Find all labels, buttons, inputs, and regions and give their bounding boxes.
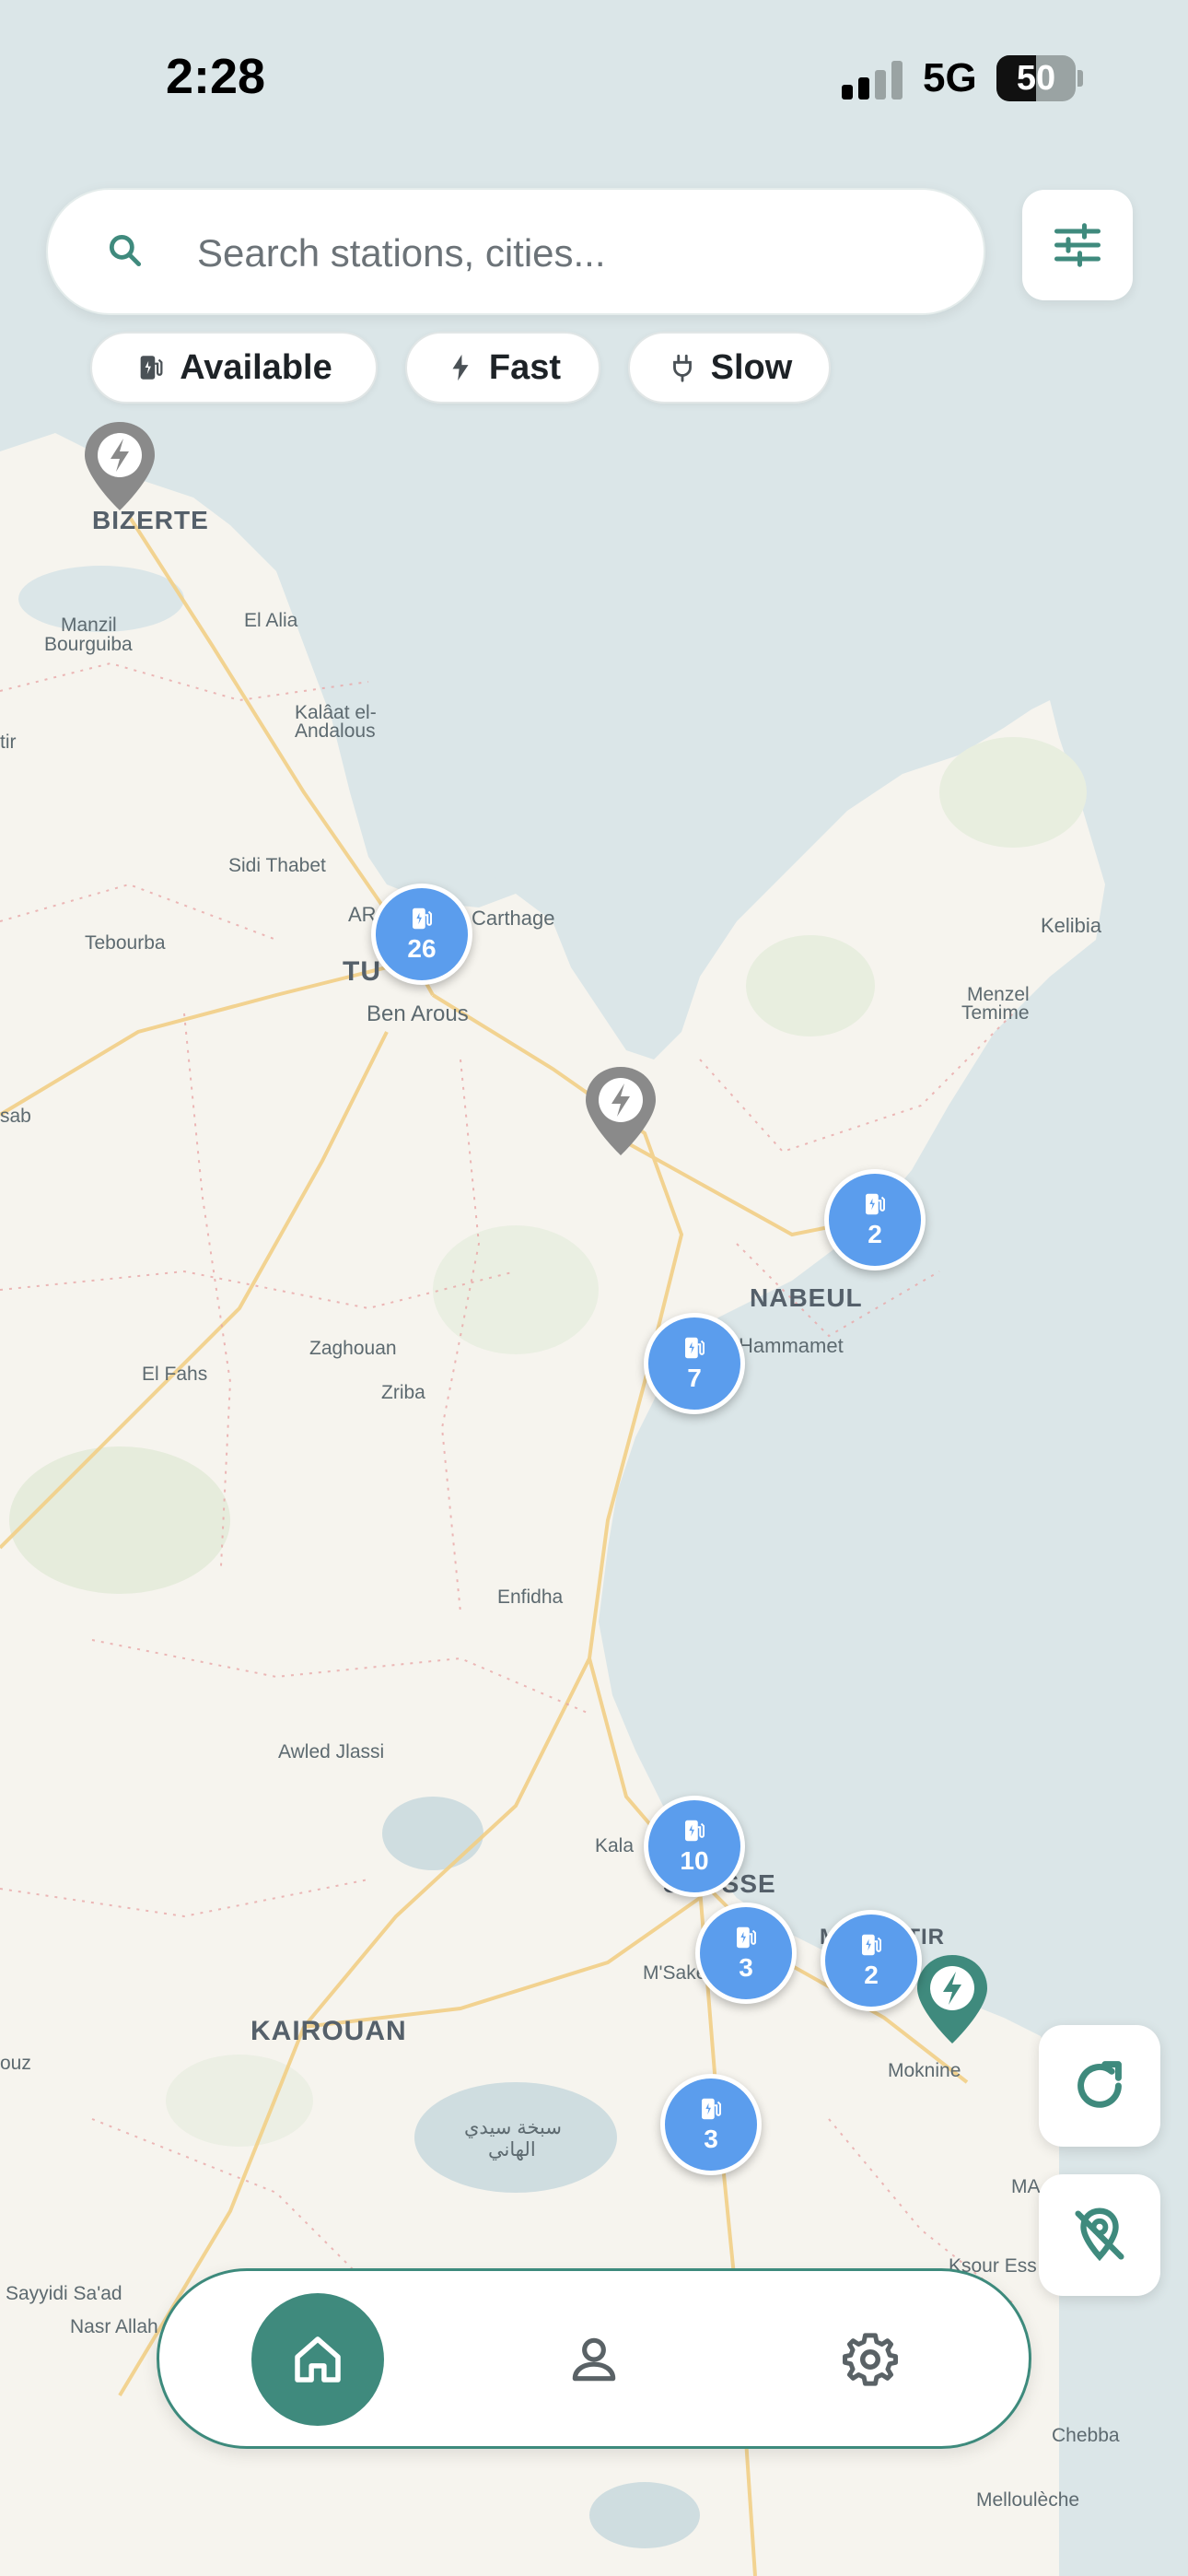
lightning-icon bbox=[452, 354, 469, 381]
battery-tip bbox=[1077, 70, 1083, 87]
station-pin-offline[interactable] bbox=[81, 418, 158, 514]
signal-icon bbox=[842, 61, 906, 100]
filter-settings-button[interactable] bbox=[1022, 190, 1133, 300]
svg-text:Ben Arous: Ben Arous bbox=[367, 1001, 469, 1026]
svg-text:سبخة سيدي: سبخة سيدي bbox=[464, 2117, 562, 2138]
refresh-button[interactable] bbox=[1039, 2025, 1160, 2147]
ev-station-icon bbox=[685, 1820, 705, 1842]
svg-text:Moknine: Moknine bbox=[888, 2060, 961, 2081]
svg-text:Temime: Temime bbox=[961, 1002, 1030, 1024]
station-cluster[interactable]: 26 bbox=[371, 884, 472, 985]
search-icon bbox=[109, 234, 142, 267]
svg-text:TU: TU bbox=[343, 956, 381, 987]
svg-text:Chebba: Chebba bbox=[1052, 2425, 1120, 2446]
svg-text:Zriba: Zriba bbox=[381, 1382, 425, 1403]
ev-station-icon bbox=[737, 1926, 756, 1949]
svg-text:Sayyidi Sa'ad: Sayyidi Sa'ad bbox=[6, 2283, 122, 2304]
nav-profile-button[interactable] bbox=[528, 2293, 660, 2426]
filter-chip-label: Available bbox=[180, 347, 332, 387]
station-cluster[interactable]: 3 bbox=[695, 1903, 797, 2004]
settings-icon bbox=[843, 2333, 898, 2386]
svg-text:Zaghouan: Zaghouan bbox=[309, 1338, 397, 1359]
svg-text:ouz: ouz bbox=[0, 2053, 31, 2074]
ev-station-icon bbox=[862, 1934, 881, 1956]
svg-text:Sidi Thabet: Sidi Thabet bbox=[228, 855, 326, 876]
ev-station-icon bbox=[866, 1193, 885, 1215]
status-bar: 2:28 5G 50 bbox=[0, 0, 1188, 166]
bottom-nav bbox=[157, 2268, 1031, 2449]
svg-text:Kelibia: Kelibia bbox=[1041, 914, 1102, 937]
ev-station-icon bbox=[685, 1337, 705, 1359]
refresh-icon bbox=[1077, 2061, 1122, 2108]
cluster-count: 2 bbox=[864, 1961, 879, 1989]
cluster-count: 2 bbox=[868, 1220, 882, 1248]
location-toggle-button[interactable] bbox=[1039, 2174, 1160, 2296]
ev-station-icon bbox=[140, 356, 163, 380]
svg-text:Bourguiba: Bourguiba bbox=[44, 634, 133, 655]
home-icon bbox=[295, 2336, 341, 2383]
nav-home-button[interactable] bbox=[251, 2293, 384, 2426]
battery-icon: 50 bbox=[996, 55, 1076, 101]
station-cluster[interactable]: 10 bbox=[644, 1796, 745, 1897]
svg-text:El Alia: El Alia bbox=[244, 610, 298, 631]
location-off-icon bbox=[1075, 2207, 1124, 2262]
filter-chip-label: Slow bbox=[710, 347, 793, 387]
svg-text:الهاني: الهاني bbox=[488, 2139, 536, 2161]
battery-level: 50 bbox=[1016, 59, 1056, 98]
svg-text:Awled Jlassi: Awled Jlassi bbox=[278, 1741, 384, 1762]
svg-text:El Fahs: El Fahs bbox=[142, 1364, 207, 1385]
station-cluster[interactable]: 2 bbox=[824, 1169, 926, 1270]
station-pin-offline[interactable] bbox=[582, 1063, 659, 1159]
svg-text:tir: tir bbox=[0, 732, 17, 753]
filter-chip-fast[interactable]: Fast bbox=[405, 332, 600, 404]
status-time: 2:28 bbox=[166, 49, 266, 104]
ev-station-icon bbox=[413, 907, 432, 930]
profile-icon bbox=[572, 2337, 616, 2382]
svg-text:Kala: Kala bbox=[595, 1835, 634, 1856]
station-cluster[interactable]: 3 bbox=[660, 2074, 762, 2175]
svg-text:KAIROUAN: KAIROUAN bbox=[250, 2016, 407, 2046]
filter-chip-available[interactable]: Available bbox=[90, 332, 378, 404]
filter-chip-label: Fast bbox=[488, 347, 562, 387]
svg-text:Tebourba: Tebourba bbox=[85, 932, 166, 954]
search-bar[interactable] bbox=[46, 188, 985, 315]
station-cluster[interactable]: 7 bbox=[644, 1313, 745, 1414]
search-input[interactable] bbox=[195, 217, 954, 289]
svg-text:Nasr Allah: Nasr Allah bbox=[70, 2316, 158, 2337]
cluster-count: 7 bbox=[687, 1364, 702, 1392]
svg-text:MA: MA bbox=[1011, 2176, 1041, 2197]
nav-settings-button[interactable] bbox=[804, 2293, 937, 2426]
cluster-count: 26 bbox=[407, 934, 437, 963]
svg-text:Melloulèche: Melloulèche bbox=[976, 2489, 1079, 2511]
svg-text:Andalous: Andalous bbox=[295, 720, 376, 742]
sliders-icon bbox=[1054, 223, 1101, 267]
svg-text:Enfidha: Enfidha bbox=[497, 1587, 564, 1608]
plug-icon bbox=[672, 354, 692, 382]
cluster-count: 3 bbox=[739, 1953, 753, 1982]
network-type: 5G bbox=[923, 55, 977, 100]
station-cluster[interactable]: 2 bbox=[821, 1910, 922, 2011]
ev-station-icon bbox=[702, 2098, 721, 2120]
svg-text:Carthage: Carthage bbox=[472, 907, 555, 930]
cluster-count: 3 bbox=[704, 2125, 718, 2153]
station-pin-available[interactable] bbox=[914, 1951, 991, 2047]
svg-text:Manzil: Manzil bbox=[61, 615, 117, 636]
svg-text:Hammamet: Hammamet bbox=[739, 1334, 844, 1357]
filter-chip-slow[interactable]: Slow bbox=[628, 332, 831, 404]
svg-text:NABEUL: NABEUL bbox=[750, 1283, 863, 1312]
cluster-count: 10 bbox=[680, 1846, 709, 1875]
svg-text:sab: sab bbox=[0, 1106, 31, 1127]
